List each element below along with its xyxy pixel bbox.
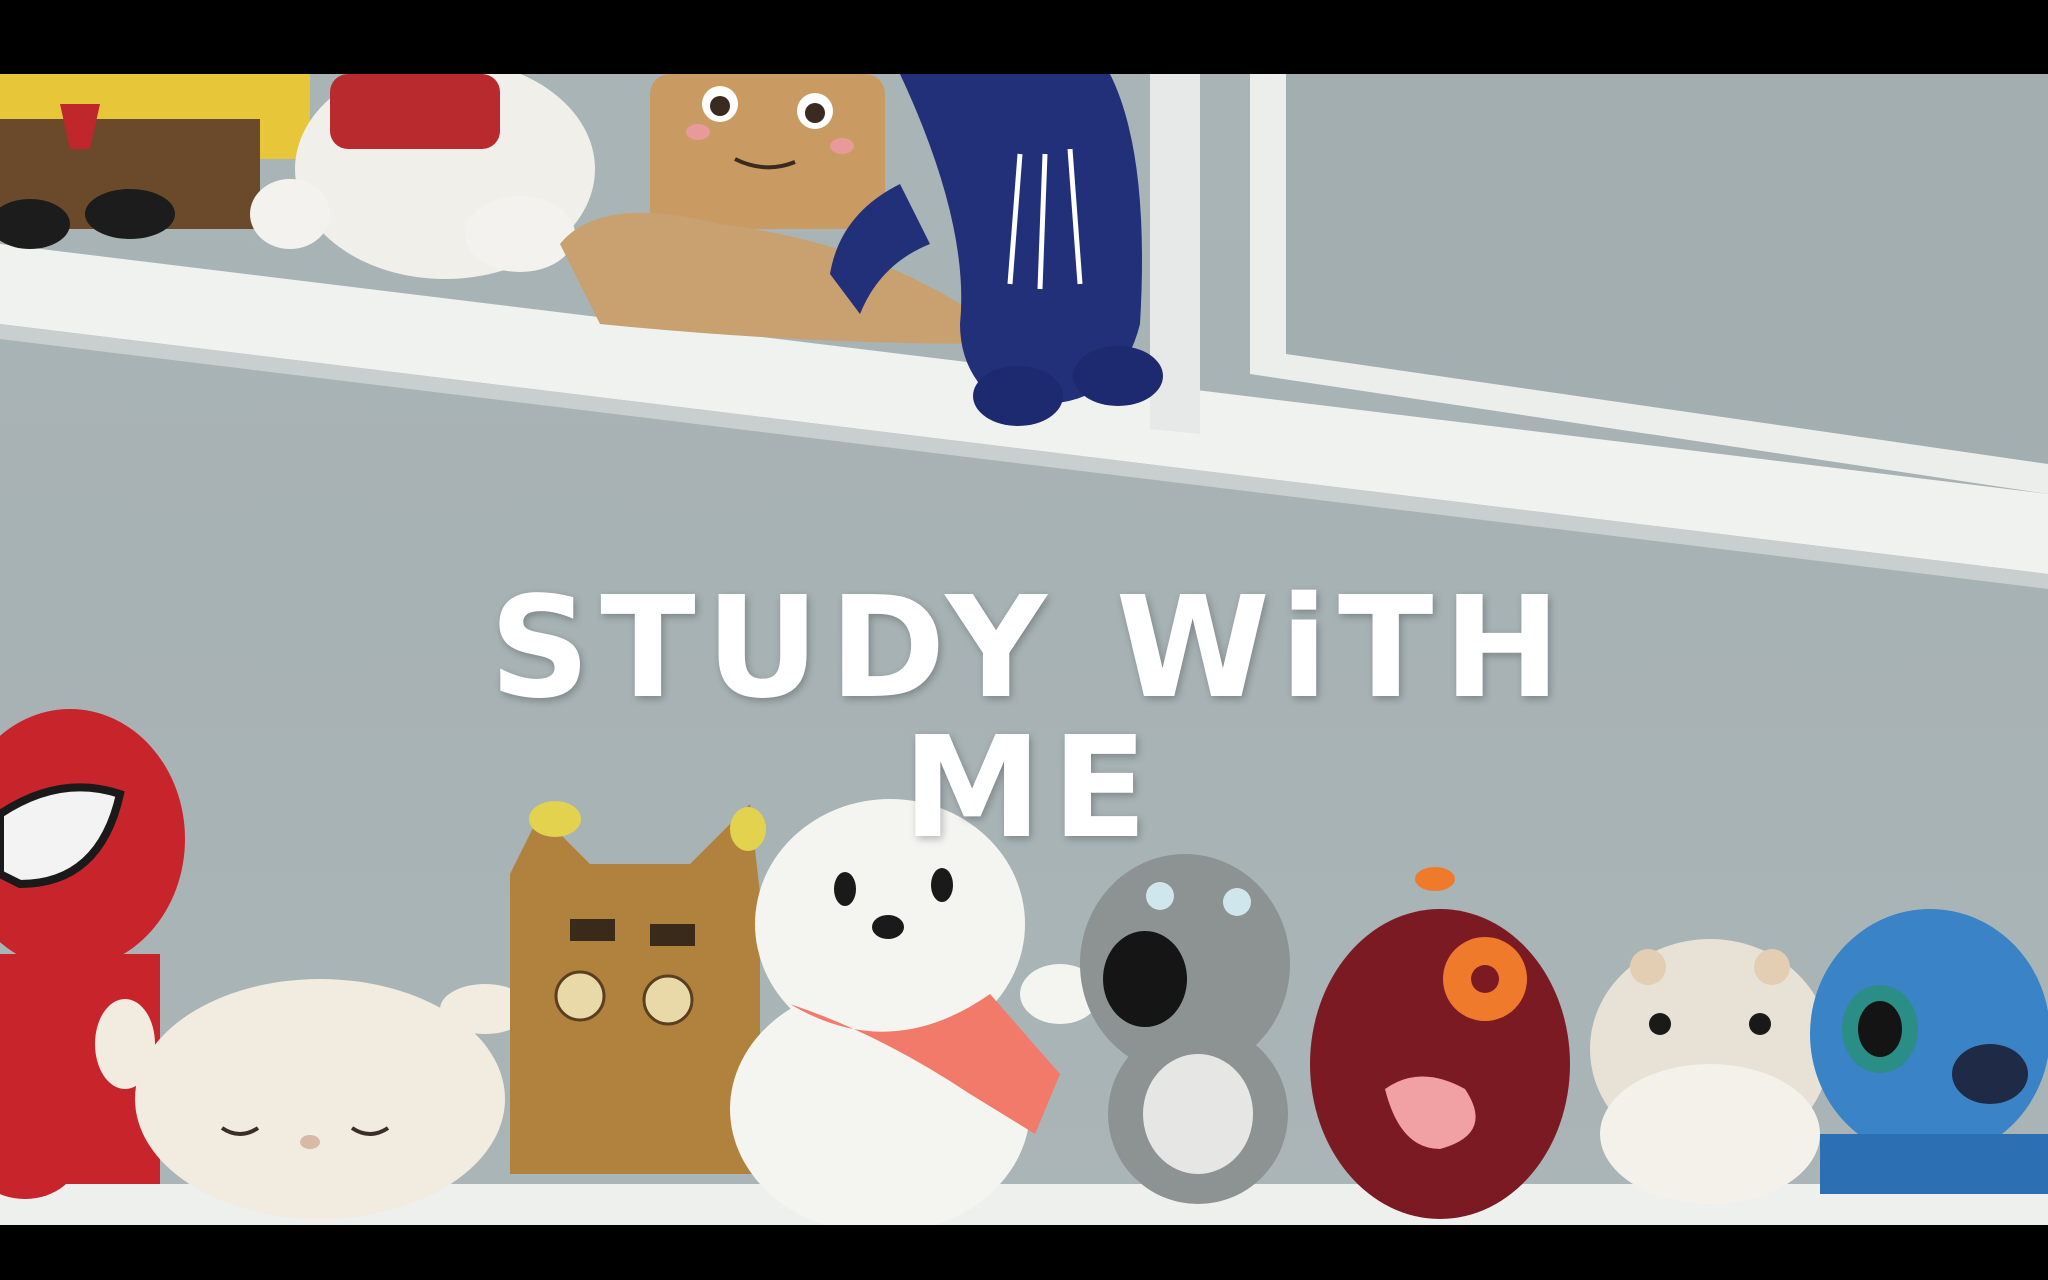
video-title: STUDY WiTH ME bbox=[489, 567, 1571, 870]
plush-stitch bbox=[1810, 909, 2048, 1194]
plush-hamster bbox=[1590, 939, 1830, 1204]
video-frame: STUDY WiTH ME bbox=[0, 74, 2048, 1225]
letterbox-top bbox=[0, 0, 2048, 74]
plush-sheep bbox=[95, 979, 530, 1219]
plush-gray-bear bbox=[1080, 854, 1290, 1204]
letterbox-bottom bbox=[0, 1225, 2048, 1280]
plush-red-dino bbox=[1310, 867, 1570, 1219]
